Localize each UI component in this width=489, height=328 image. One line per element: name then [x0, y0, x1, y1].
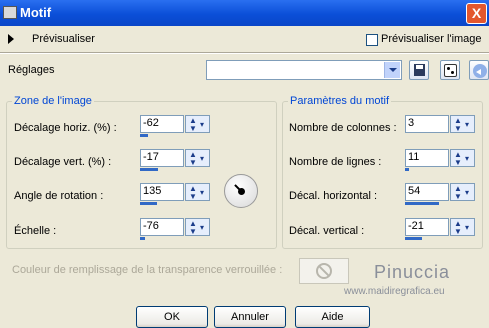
- horiz-offset-label: Décalage horiz. (%) :: [14, 122, 117, 134]
- scale-spinner[interactable]: -76 ▲ ▼ ▾: [140, 218, 210, 240]
- scale-input[interactable]: -76: [140, 218, 184, 236]
- spin-buttons[interactable]: ▲ ▼ ▾: [185, 218, 210, 236]
- horiz-shift-spinner[interactable]: 54 ▲ ▼ ▾: [405, 183, 475, 205]
- vert-shift-label: Décal. vertical :: [289, 225, 365, 237]
- preview-image-label[interactable]: Prévisualiser l'image: [381, 33, 482, 45]
- reset-button[interactable]: [469, 60, 489, 80]
- dial-knob: [238, 188, 245, 195]
- preview-image-checkbox[interactable]: [366, 34, 378, 46]
- horiz-offset-spinner[interactable]: -62 ▲ ▼ ▾: [140, 115, 210, 137]
- save-icon: [414, 64, 425, 76]
- horiz-shift-label: Décal. horizontal :: [289, 190, 378, 202]
- chevron-down-icon[interactable]: [384, 62, 400, 78]
- watermark-url: www.maidiregrafica.eu: [344, 286, 445, 297]
- spin-buttons[interactable]: ▲ ▼ ▾: [450, 115, 475, 133]
- preview-label[interactable]: Prévisualiser: [32, 33, 95, 45]
- vert-shift-input[interactable]: -21: [405, 218, 449, 236]
- rotation-angle-spinner[interactable]: 135 ▲ ▼ ▾: [140, 183, 210, 205]
- spin-buttons[interactable]: ▲ ▼ ▾: [185, 149, 210, 167]
- vert-offset-bar: [140, 168, 159, 171]
- save-button[interactable]: [409, 60, 429, 80]
- motif-params-title: Paramètres du motif: [288, 95, 392, 107]
- expand-arrow-icon[interactable]: [8, 34, 14, 44]
- settings-label: Réglages: [8, 64, 55, 76]
- image-zone-title: Zone de l'image: [12, 95, 94, 107]
- horiz-shift-input[interactable]: 54: [405, 183, 449, 201]
- scale-bar: [140, 237, 146, 240]
- rotation-angle-input[interactable]: 135: [140, 183, 184, 201]
- vert-shift-bar: [405, 237, 423, 240]
- vert-offset-input[interactable]: -17: [140, 149, 184, 167]
- close-button[interactable]: X: [466, 3, 487, 24]
- angle-dial[interactable]: [224, 174, 258, 208]
- dice-icon: [444, 64, 457, 77]
- reset-icon: [473, 64, 487, 78]
- title-bar[interactable]: Motif X: [0, 0, 489, 26]
- rows-input[interactable]: 11: [405, 149, 449, 167]
- rows-bar: [405, 168, 410, 171]
- settings-combo[interactable]: [206, 60, 402, 80]
- spin-buttons[interactable]: ▲ ▼ ▾: [450, 183, 475, 201]
- vert-offset-label: Décalage vert. (%) :: [14, 156, 112, 168]
- spin-buttons[interactable]: ▲ ▼ ▾: [450, 218, 475, 236]
- vert-offset-spinner[interactable]: -17 ▲ ▼ ▾: [140, 149, 210, 171]
- window-title: Motif: [20, 5, 52, 20]
- rows-spinner[interactable]: 11 ▲ ▼ ▾: [405, 149, 475, 171]
- watermark-name: Pinuccia: [374, 262, 451, 282]
- spin-buttons[interactable]: ▲ ▼ ▾: [450, 149, 475, 167]
- vert-shift-spinner[interactable]: -21 ▲ ▼ ▾: [405, 218, 475, 240]
- no-entry-icon: [316, 263, 332, 279]
- rows-label: Nombre de lignes :: [289, 156, 382, 168]
- fill-color-label: Couleur de remplissage de la transparenc…: [12, 264, 283, 276]
- app-icon: [3, 6, 17, 19]
- spin-buttons[interactable]: ▲ ▼ ▾: [185, 183, 210, 201]
- randomize-button[interactable]: [440, 60, 460, 80]
- horiz-shift-bar: [405, 202, 439, 205]
- horiz-offset-input[interactable]: -62: [140, 115, 184, 133]
- columns-input[interactable]: 3: [405, 115, 449, 133]
- scale-label: Échelle :: [14, 225, 57, 237]
- columns-label: Nombre de colonnes :: [289, 122, 397, 134]
- divider: [0, 52, 489, 54]
- horiz-offset-bar: [140, 134, 149, 137]
- fill-color-swatch[interactable]: [299, 258, 349, 284]
- rotation-angle-label: Angle de rotation :: [14, 190, 104, 202]
- rotation-angle-bar: [140, 202, 157, 205]
- spin-buttons[interactable]: ▲ ▼ ▾: [185, 115, 210, 133]
- columns-spinner[interactable]: 3 ▲ ▼ ▾: [405, 115, 475, 137]
